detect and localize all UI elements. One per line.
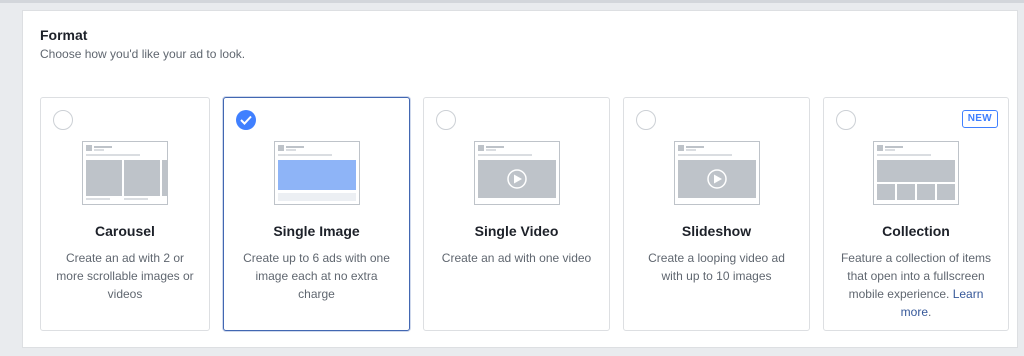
- section-subtitle: Choose how you'd like your ad to look.: [40, 47, 246, 61]
- format-card-slideshow[interactable]: Slideshow Create a looping video ad with…: [623, 97, 810, 331]
- format-options: Carousel Create an ad with 2 or more scr…: [40, 97, 1010, 333]
- card-title: Carousel: [95, 223, 155, 239]
- card-title: Collection: [882, 223, 950, 239]
- checkmark-icon: [240, 115, 252, 125]
- card-title: Single Video: [474, 223, 559, 239]
- section-title: Format: [40, 27, 88, 43]
- format-card-single-image[interactable]: Single Image Create up to 6 ads with one…: [223, 97, 410, 331]
- carousel-preview-icon: [82, 141, 168, 205]
- radio-carousel[interactable]: [53, 110, 73, 130]
- radio-single-image[interactable]: [236, 110, 256, 130]
- card-title: Single Image: [273, 223, 360, 239]
- format-card-single-video[interactable]: Single Video Create an ad with one video: [423, 97, 610, 331]
- card-description: Feature a collection of items that open …: [836, 249, 996, 321]
- card-description: Create up to 6 ads with one image each a…: [243, 251, 390, 301]
- new-badge: NEW: [961, 110, 998, 128]
- collection-preview-icon: [873, 141, 959, 205]
- slideshow-preview-icon: [673, 141, 760, 205]
- top-divider: [0, 0, 1024, 3]
- radio-slideshow[interactable]: [636, 110, 656, 130]
- card-description: Create an ad with one video: [441, 251, 592, 265]
- period: .: [928, 305, 932, 319]
- card-description: Create a looping video ad with up to 10 …: [648, 251, 785, 283]
- format-card-collection[interactable]: NEW Collection Feature a collection of i…: [823, 97, 1009, 331]
- card-description: Create an ad with 2 or more scrollable i…: [56, 251, 194, 301]
- radio-collection[interactable]: [836, 110, 856, 130]
- single-video-preview-icon: [473, 141, 560, 205]
- card-title: Slideshow: [681, 223, 752, 239]
- format-card-carousel[interactable]: Carousel Create an ad with 2 or more scr…: [40, 97, 210, 331]
- single-image-preview-icon: [273, 141, 360, 205]
- format-panel: Format Choose how you'd like your ad to …: [22, 10, 1018, 348]
- radio-single-video[interactable]: [436, 110, 456, 130]
